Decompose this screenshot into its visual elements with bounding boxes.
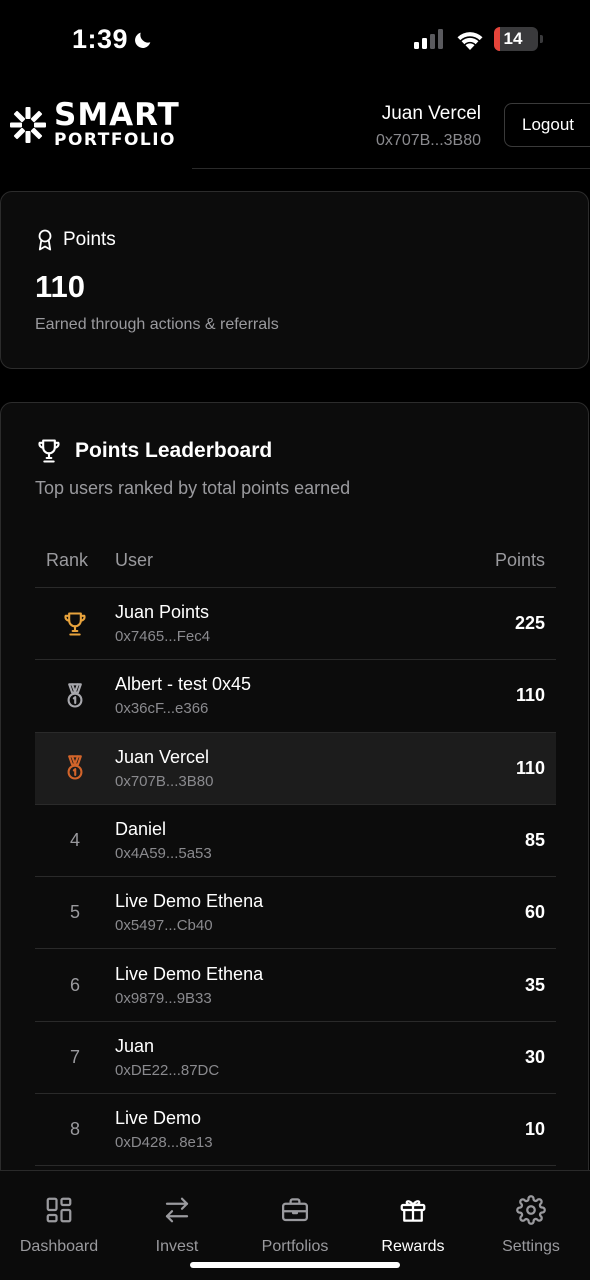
transfer-arrows-icon: [162, 1195, 192, 1230]
gift-icon: [398, 1195, 428, 1230]
table-row: Albert - test 0x45 0x36cF...e366 110: [35, 660, 556, 733]
wifi-icon: [457, 31, 483, 50]
leaderboard-card: Points Leaderboard Top users ranked by t…: [0, 402, 589, 1202]
table-row: 7 Juan 0xDE22...87DC 30: [35, 1022, 556, 1095]
leaderboard-user-address: 0x9879...9B33: [115, 989, 212, 1007]
rank-number: 5: [69, 902, 80, 923]
table-row: Juan Points 0x7465...Fec4 225: [35, 588, 556, 661]
points-cell: 10: [524, 1119, 545, 1140]
points-subtitle: Earned through actions & referrals: [35, 316, 279, 333]
table-body: Juan Points 0x7465...Fec4 225 Albert - test…: [35, 588, 556, 1167]
logo-smart-text: SMART: [54, 97, 180, 133]
leaderboard-user-address: 0x7465...Fec4: [115, 628, 211, 646]
nav-item-dashboard[interactable]: Dashboard: [0, 1171, 118, 1280]
table-row: 8 Live Demo 0xD428...8e13 10: [35, 1094, 556, 1167]
table-row: 4 Daniel 0x4A59...5a53 85: [35, 805, 556, 878]
user-name: Juan Vercel: [381, 103, 481, 124]
user-cell: Albert - test 0x45 0x36cF...e366: [115, 674, 456, 717]
home-indicator: [190, 1262, 400, 1268]
leaderboard-user-name: Live Demo Ethena: [115, 963, 264, 984]
leaderboard-user-address: 0x707B...3B80: [115, 772, 214, 790]
points-cell: 30: [524, 1046, 545, 1067]
column-header-points: Points: [494, 549, 545, 570]
nav-item-settings[interactable]: Settings: [472, 1171, 590, 1280]
cellular-signal-icon: [414, 29, 443, 49]
rank-number: 8: [69, 1119, 80, 1140]
leaderboard-user-name: Live Demo Ethena: [115, 891, 264, 912]
leaderboard-user-name: Albert - test 0x45: [115, 674, 252, 695]
battery-indicator: 14: [494, 27, 543, 51]
points-cell: 85: [524, 830, 545, 851]
points-cell: 60: [524, 902, 545, 923]
points-card-title: Points: [63, 229, 116, 250]
leaderboard-subtitle: Top users ranked by total points earned: [35, 478, 351, 498]
user-cell: Juan Points 0x7465...Fec4: [115, 602, 456, 645]
logo-portfolio-text: PORTFOLIO: [54, 130, 177, 150]
user-cell: Daniel 0x4A59...5a53: [115, 819, 456, 862]
nav-label: Portfolios: [261, 1238, 329, 1255]
points-card: Points 110 Earned through actions & refe…: [0, 191, 589, 369]
user-cell: Juan Vercel 0x707B...3B80: [115, 747, 456, 790]
points-cell: 35: [524, 974, 545, 995]
rank-trophy-icon: [35, 610, 115, 638]
clock-text: 1:39: [72, 24, 129, 54]
app-header: SMART PORTFOLIO Juan Vercel 0x707B...3B8…: [0, 80, 590, 170]
user-cell: Live Demo Ethena 0x9879...9B33: [115, 964, 456, 1007]
dashboard-icon: [44, 1195, 74, 1230]
nav-label: Rewards: [381, 1238, 445, 1255]
header-divider: [192, 168, 590, 169]
column-header-rank: Rank: [46, 549, 89, 570]
leaderboard-user-name: Daniel: [115, 819, 167, 840]
nav-label: Dashboard: [19, 1238, 99, 1255]
rank-medal-icon: [35, 682, 115, 710]
logo-mark-icon: [10, 106, 46, 143]
rank-number: 7: [69, 1046, 80, 1067]
points-card-header: Points: [35, 229, 116, 251]
table-row: 6 Live Demo Ethena 0x9879...9B33 35: [35, 949, 556, 1022]
smart-portfolio-logo[interactable]: SMART PORTFOLIO: [8, 100, 180, 149]
table-row: Juan Vercel 0x707B...3B80 110: [35, 732, 556, 805]
trophy-icon: [38, 439, 60, 463]
status-icons: 14: [414, 27, 543, 51]
leaderboard-user-name: Juan Vercel: [115, 746, 210, 767]
leaderboard-user-address: 0xDE22...87DC: [115, 1061, 220, 1079]
logo-wordmark: SMART PORTFOLIO: [54, 100, 180, 149]
leaderboard-user-address: 0x4A59...5a53: [115, 845, 212, 863]
leaderboard-user-address: 0xD428...8e13: [115, 1134, 213, 1152]
column-header-user: User: [115, 549, 154, 570]
battery-percent: 14: [503, 29, 523, 48]
points-cell: 110: [515, 757, 545, 778]
user-cell: Juan 0xDE22...87DC: [115, 1036, 456, 1079]
leaderboard-user-name: Live Demo: [115, 1108, 202, 1129]
rank-medal-icon: [35, 754, 115, 782]
logout-button[interactable]: Logout: [504, 103, 590, 147]
briefcase-icon: [280, 1195, 310, 1230]
nav-label: Invest: [155, 1238, 199, 1255]
user-info: Juan Vercel 0x707B...3B80: [376, 103, 481, 150]
table-row: 5 Live Demo Ethena 0x5497...Cb40 60: [35, 877, 556, 950]
rank-number: 6: [69, 974, 80, 995]
leaderboard-user-name: Juan: [115, 1035, 155, 1056]
battery-cap: [540, 35, 543, 43]
leaderboard-user-address: 0x5497...Cb40: [115, 917, 213, 935]
points-cell: 110: [515, 685, 545, 706]
points-value: 110: [35, 269, 86, 304]
points-cell: 225: [514, 613, 545, 634]
leaderboard-user-address: 0x36cF...e366: [115, 700, 209, 718]
leaderboard-title-row: Points Leaderboard: [35, 437, 272, 465]
gear-icon: [516, 1195, 546, 1230]
rank-number: 4: [69, 830, 80, 851]
status-bar: 1:39 14: [0, 0, 590, 80]
leaderboard-user-name: Juan Points: [115, 602, 210, 623]
leaderboard-title: Points Leaderboard: [75, 439, 273, 462]
nav-label: Settings: [502, 1238, 560, 1255]
user-cell: Live Demo 0xD428...8e13: [115, 1108, 456, 1151]
award-ribbon-icon: [38, 229, 52, 251]
leaderboard-table: Rank User Points Juan Points 0x7465...Fec…: [35, 533, 556, 1167]
moon-icon: [135, 32, 151, 48]
table-header: Rank User Points: [35, 533, 556, 588]
user-cell: Live Demo Ethena 0x5497...Cb40: [115, 891, 456, 934]
status-time: 1:39: [72, 24, 154, 55]
user-address: 0x707B...3B80: [376, 132, 481, 149]
